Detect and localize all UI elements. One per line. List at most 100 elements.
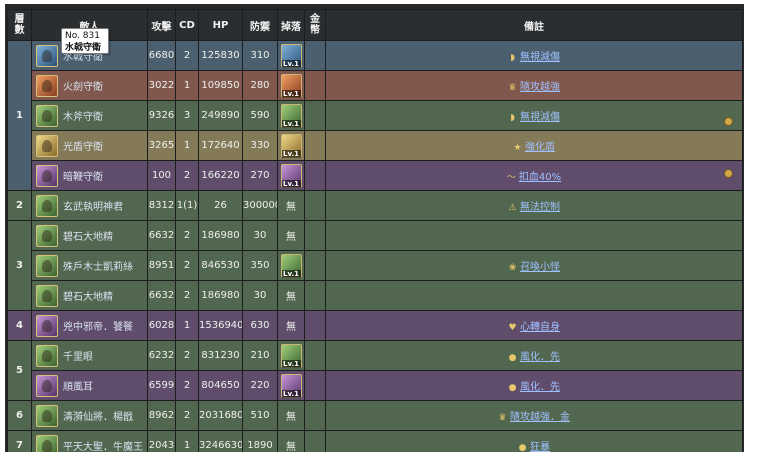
attack-cell: 3265 — [147, 130, 176, 161]
enemy-avatar-icon[interactable] — [36, 344, 58, 367]
enemy-name-link[interactable]: 兇中邪帝．饕餮 — [63, 318, 133, 333]
header-floor: 層數 — [7, 9, 32, 41]
enemy-name-link[interactable]: 火劍守衛 — [63, 78, 103, 93]
enemy-cell[interactable]: 光盾守衛 — [31, 130, 148, 161]
floor-cell: 3 — [7, 220, 32, 311]
enemy-avatar-icon[interactable] — [36, 434, 58, 452]
attack-cell: 6632 — [147, 220, 176, 251]
tooltip-name: 水戟守衛 — [65, 43, 102, 53]
enemy-name-link[interactable]: 碧石大地精 — [63, 228, 113, 243]
note-link[interactable]: 隨攻越強．金 — [510, 412, 570, 423]
defense-cell: 1890 — [242, 430, 278, 452]
enemy-cell[interactable]: 兇中邪帝．饕餮 — [31, 310, 148, 341]
table-row: 2 玄武執明神君 8312 1(1) 26 300000 無 ⚠ 無法控制 — [7, 190, 743, 221]
floor-cell: 7 — [7, 430, 32, 452]
enemy-name-link[interactable]: 千里眼 — [63, 348, 93, 363]
enemy-avatar-icon[interactable] — [36, 74, 58, 97]
drop-cell[interactable]: Lv.1 — [277, 370, 305, 401]
enemy-name-link[interactable]: 順風耳 — [63, 378, 93, 393]
enemy-cell[interactable]: 火劍守衛 — [31, 70, 148, 101]
note-link[interactable]: 無視減傷 — [520, 52, 560, 63]
note-cell: 〜扣血40% — [325, 160, 743, 191]
enemy-avatar-icon[interactable] — [36, 254, 58, 277]
enemy-avatar-icon[interactable] — [36, 134, 58, 157]
drop-cell[interactable]: Lv.1 — [277, 40, 305, 71]
enemy-name-link[interactable]: 清漪仙將．楊戩 — [63, 408, 133, 423]
note-link[interactable]: 心轉自身 — [520, 322, 560, 333]
drop-card-icon[interactable]: Lv.1 — [280, 104, 302, 128]
hp-cell: 125830 — [198, 40, 243, 71]
note-link[interactable]: 扣血40% — [519, 172, 561, 183]
enemy-cell[interactable]: 木斧守衛 — [31, 100, 148, 131]
enemy-name-link[interactable]: 木斧守衛 — [63, 108, 103, 123]
drop-cell[interactable]: Lv.1 — [277, 250, 305, 281]
enemy-avatar-icon[interactable] — [36, 194, 58, 217]
enemy-cell[interactable]: 玄武執明神君 — [31, 190, 148, 221]
note-link[interactable]: 無法控制 — [520, 202, 560, 213]
enemy-cell[interactable]: 順風耳 — [31, 370, 148, 401]
cd-cell: 1(1) — [175, 190, 199, 221]
note-cell: ❀ 召喚小怪 — [325, 250, 743, 281]
enemy-cell[interactable]: 碧石大地精 — [31, 220, 148, 251]
hp-cell: 804650 — [198, 370, 243, 401]
header-hp: HP — [198, 9, 243, 41]
enemy-avatar-icon[interactable] — [36, 284, 58, 307]
note-link[interactable]: 風化．先 — [520, 352, 560, 363]
orb-icon: ● — [508, 383, 517, 393]
gold-cell — [304, 370, 326, 401]
enemy-avatar-icon[interactable] — [36, 404, 58, 427]
enemy-name-link[interactable]: 光盾守衛 — [63, 138, 103, 153]
enemy-cell[interactable]: 殊戶木士凱莉絲 — [31, 250, 148, 281]
enemy-avatar-icon[interactable] — [36, 314, 58, 337]
enemy-avatar-icon[interactable] — [36, 224, 58, 247]
drop-cell[interactable]: Lv.1 — [277, 340, 305, 371]
enemy-cell[interactable]: 平天大聖．牛魔王 — [31, 430, 148, 452]
shield-icon: ◗ — [510, 113, 515, 123]
header-gold: 金幣 — [304, 9, 326, 41]
drop-card-icon[interactable]: Lv.1 — [280, 254, 302, 278]
enemy-name-link[interactable]: 玄武執明神君 — [63, 198, 123, 213]
defense-cell: 630 — [242, 310, 278, 341]
hp-cell: 846530 — [198, 250, 243, 281]
drop-card-icon[interactable]: Lv.1 — [280, 134, 302, 158]
drop-card-icon[interactable]: Lv.1 — [280, 374, 302, 398]
enemy-cell[interactable]: 碧石大地精 — [31, 280, 148, 311]
defense-cell: 300000 — [242, 190, 278, 221]
enemy-avatar-icon[interactable] — [36, 104, 58, 127]
header-defense: 防禦 — [242, 9, 278, 41]
hp-cell: 249890 — [198, 100, 243, 131]
drop-card-icon[interactable]: Lv.1 — [280, 164, 302, 188]
orb-icon: ● — [518, 443, 527, 452]
enemy-name-link[interactable]: 平天大聖．牛魔王 — [63, 438, 143, 452]
drop-cell[interactable]: Lv.1 — [277, 160, 305, 191]
note-link[interactable]: 無視減傷 — [520, 112, 560, 123]
enemy-cell[interactable]: 清漪仙將．楊戩 — [31, 400, 148, 431]
enemy-avatar-icon[interactable] — [36, 44, 58, 67]
defense-cell: 30 — [242, 220, 278, 251]
drop-card-icon[interactable]: Lv.1 — [280, 74, 302, 98]
enemy-cell[interactable]: 暗鞭守衛 — [31, 160, 148, 191]
note-link[interactable]: 風化．先 — [520, 382, 560, 393]
defense-cell: 210 — [242, 340, 278, 371]
enemy-name-link[interactable]: 碧石大地精 — [63, 288, 113, 303]
gold-cell — [304, 340, 326, 371]
drop-cell[interactable]: Lv.1 — [277, 130, 305, 161]
note-link[interactable]: 隨攻越強 — [520, 82, 560, 93]
enemy-avatar-icon[interactable] — [36, 164, 58, 187]
enemy-cell[interactable]: 千里眼 — [31, 340, 148, 371]
enemy-avatar-icon[interactable] — [36, 374, 58, 397]
note-link[interactable]: 狂暴 — [530, 442, 550, 452]
enemy-name-link[interactable]: 殊戶木士凱莉絲 — [63, 258, 133, 273]
note-link[interactable]: 強化盾 — [525, 142, 555, 153]
orb-icon: ● — [508, 353, 517, 363]
drop-card-icon[interactable]: Lv.1 — [280, 344, 302, 368]
note-cell: ♛ 隨攻越強 — [325, 70, 743, 101]
note-link[interactable]: 召喚小怪 — [520, 262, 560, 273]
hp-cell: 109850 — [198, 70, 243, 101]
enemy-name-link[interactable]: 暗鞭守衛 — [63, 168, 103, 183]
drop-cell[interactable]: Lv.1 — [277, 100, 305, 131]
drop-card-icon[interactable]: Lv.1 — [280, 44, 302, 68]
drop-cell[interactable]: Lv.1 — [277, 70, 305, 101]
table-row: 5 千里眼 6232 2 831230 210 Lv.1 ● 風化．先 — [7, 340, 743, 401]
cd-cell: 1 — [175, 430, 199, 452]
